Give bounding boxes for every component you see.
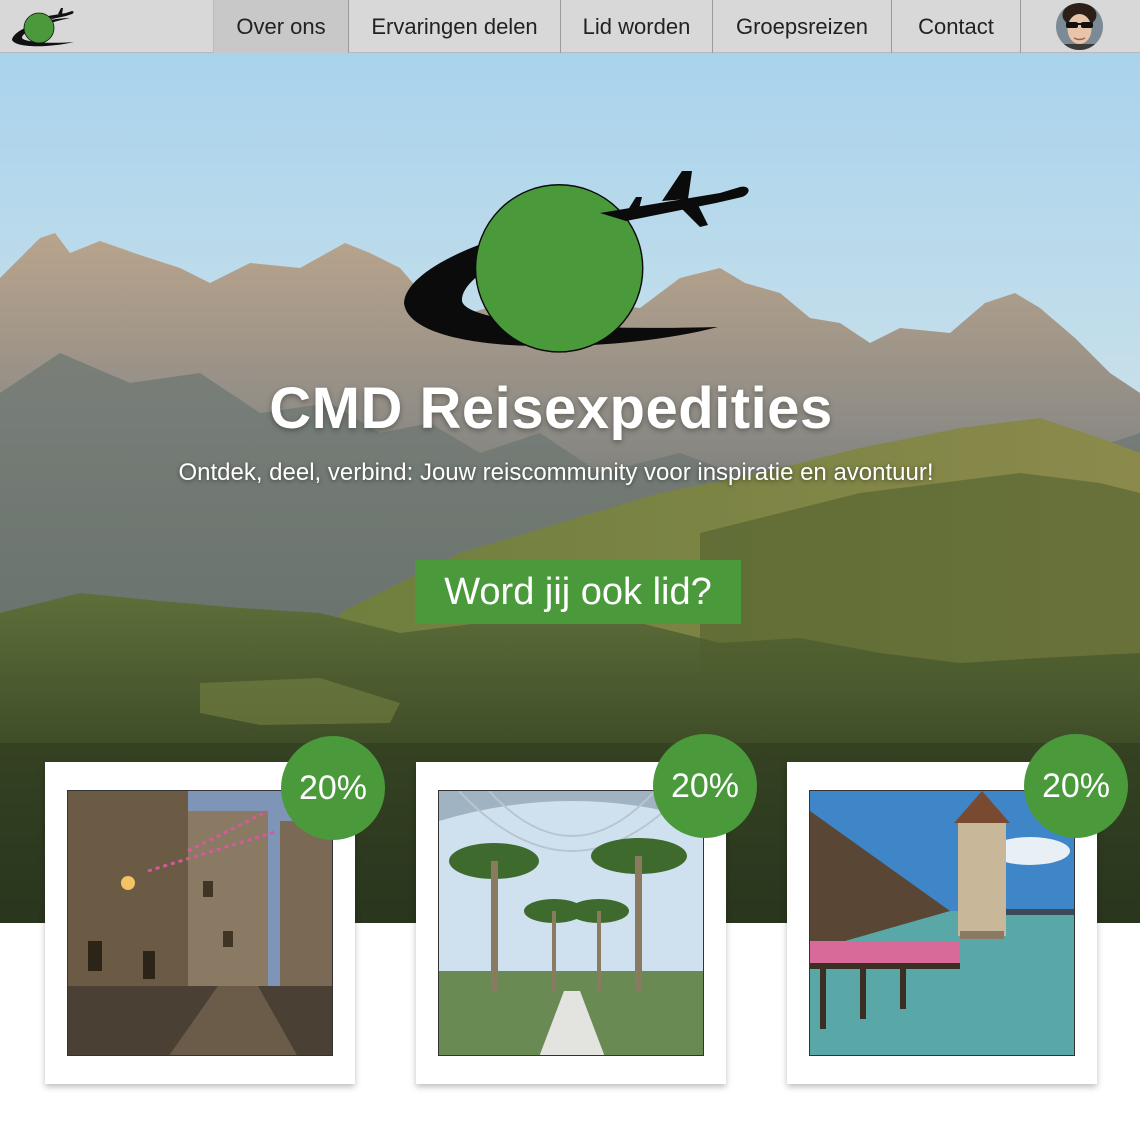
- discount-badge: 20%: [281, 736, 385, 840]
- top-navigation: Over ons Ervaringen delen Lid worden Gro…: [0, 0, 1140, 53]
- user-avatar[interactable]: [1056, 3, 1103, 50]
- trip-card-2[interactable]: 20%: [416, 734, 757, 1084]
- hero-tagline: Ontdek, deel, verbind: Jouw reiscommunit…: [178, 459, 934, 486]
- nav-item-lid-worden[interactable]: Lid worden: [561, 0, 713, 53]
- hero-title: CMD Reisexpedities: [269, 376, 833, 441]
- globe-plane-hero-logo-icon: [404, 171, 749, 353]
- palm-tree-arcade-photo: [438, 790, 704, 1056]
- discount-badge: 20%: [653, 734, 757, 838]
- village-street-evening-photo: [67, 790, 333, 1056]
- join-cta-button[interactable]: Word jij ook lid?: [415, 560, 741, 624]
- nav-item-contact[interactable]: Contact: [892, 0, 1021, 53]
- nav-item-over-ons[interactable]: Over ons: [213, 0, 349, 53]
- trip-card-3[interactable]: 20%: [787, 734, 1128, 1084]
- nav-item-groepsreizen[interactable]: Groepsreizen: [713, 0, 892, 53]
- wooden-bridge-tower-lake-photo: [809, 790, 1075, 1056]
- nav-menu: Over ons Ervaringen delen Lid worden Gro…: [213, 0, 1021, 53]
- trip-card-1[interactable]: 20%: [45, 736, 385, 1084]
- discount-badge: 20%: [1024, 734, 1128, 838]
- nav-item-ervaringen-delen[interactable]: Ervaringen delen: [349, 0, 561, 53]
- globe-plane-logo-icon[interactable]: [8, 6, 76, 48]
